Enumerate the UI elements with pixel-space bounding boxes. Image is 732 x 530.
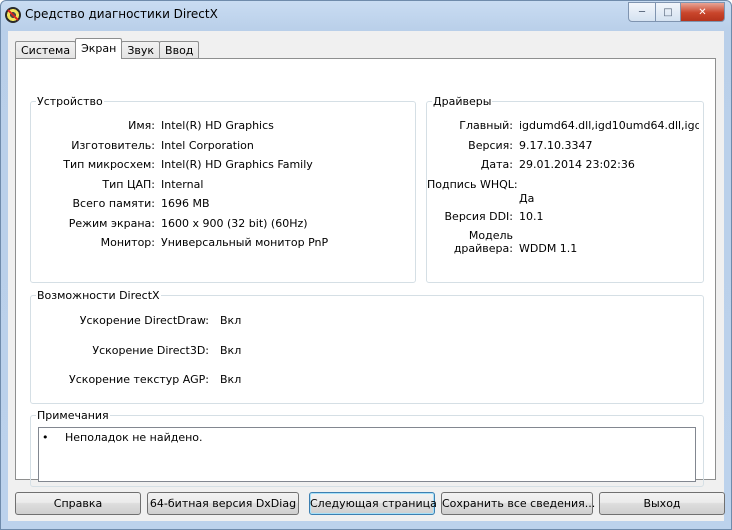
- tab-system[interactable]: Система: [15, 41, 77, 59]
- device-value: 1696 MB: [161, 197, 210, 210]
- maximize-button[interactable]: □: [656, 2, 681, 22]
- device-label: Тип ЦАП:: [102, 178, 155, 191]
- direct3d-accel-label: Ускорение Direct3D:: [92, 344, 209, 357]
- agp-texture-accel-label: Ускорение текстур AGP:: [69, 373, 209, 386]
- tab-strip: Система Экран Звук Ввод: [15, 38, 200, 59]
- device-row-chip-type: Тип микросхем: Intel(R) HD Graphics Fami…: [31, 158, 415, 172]
- bullet-icon: •: [42, 431, 49, 444]
- directx-app-icon: [5, 7, 21, 23]
- directx-features-group: Возможности DirectX Ускорение DirectDraw…: [30, 289, 704, 404]
- driver-model-label-line2: драйвера:: [453, 242, 513, 255]
- note-text: Неполадок не найдено.: [65, 431, 203, 444]
- device-value: Internal: [161, 178, 204, 191]
- directdraw-accel-label: Ускорение DirectDraw:: [79, 314, 209, 327]
- notes-group-title: Примечания: [36, 409, 110, 422]
- window-controls: ─ □ ✕: [628, 2, 725, 22]
- device-label: Всего памяти:: [72, 197, 155, 210]
- tab-sound[interactable]: Звук: [121, 41, 161, 59]
- device-row-display-mode: Режим экрана: 1600 x 900 (32 bit) (60Hz): [31, 217, 415, 231]
- device-value: Intel Corporation: [161, 139, 254, 152]
- directdraw-accel-value: Вкл: [220, 314, 242, 327]
- dxdiag-64bit-button[interactable]: 64-битная версия DxDiag: [147, 492, 299, 515]
- help-button[interactable]: Справка: [15, 492, 141, 515]
- dxdiag-window: Средство диагностики DirectX ─ □ ✕ Систе…: [0, 0, 732, 530]
- driver-version-value: 9.17.10.3347: [519, 139, 593, 152]
- drivers-group: Драйверы Главный: igdumd64.dll,igd10umd6…: [426, 95, 704, 283]
- direct3d-accel-value: Вкл: [220, 344, 242, 357]
- directx-features-title: Возможности DirectX: [36, 289, 161, 302]
- device-row-dac-type: Тип ЦАП: Internal: [31, 178, 415, 192]
- device-value: Intel(R) HD Graphics: [161, 119, 274, 132]
- device-group-title: Устройство: [36, 95, 104, 108]
- driver-main-value: igdumd64.dll,igd10umd64.dll,igd10um: [519, 119, 699, 132]
- window-title: Средство диагностики DirectX: [25, 7, 218, 21]
- notes-group: Примечания • Неполадок не найдено.: [30, 409, 704, 487]
- driver-main-label: Главный:: [459, 119, 513, 132]
- device-label: Режим экрана:: [68, 217, 155, 230]
- driver-model-label-line1: Модель: [468, 229, 513, 242]
- device-label: Изготовитель:: [71, 139, 155, 152]
- client-area: Система Экран Звук Ввод Устройство Имя: …: [8, 31, 725, 521]
- driver-version-label: Версия:: [468, 139, 513, 152]
- device-label: Тип микросхем:: [63, 158, 155, 171]
- agp-texture-accel-value: Вкл: [220, 373, 242, 386]
- driver-ddi-value: 10.1: [519, 210, 544, 223]
- save-all-info-button[interactable]: Сохранить все сведения...: [441, 492, 595, 515]
- exit-button[interactable]: Выход: [599, 492, 725, 515]
- title-bar[interactable]: Средство диагностики DirectX ─ □ ✕: [1, 1, 731, 31]
- device-row-monitor: Монитор: Универсальный монитор PnP: [31, 236, 415, 250]
- tab-input[interactable]: Ввод: [159, 41, 200, 59]
- next-page-button[interactable]: Следующая страница: [309, 492, 437, 515]
- driver-date-value: 29.01.2014 23:02:36: [519, 158, 635, 171]
- driver-ddi-label: Версия DDI:: [444, 210, 514, 223]
- device-label: Имя:: [128, 119, 155, 132]
- driver-date-label: Дата:: [480, 158, 513, 171]
- device-value: Intel(R) HD Graphics Family: [161, 158, 313, 171]
- device-group: Устройство Имя: Intel(R) HD Graphics Изг…: [30, 95, 416, 283]
- tab-display[interactable]: Экран: [75, 38, 123, 59]
- device-row-manufacturer: Изготовитель: Intel Corporation: [31, 139, 415, 153]
- minimize-button[interactable]: ─: [628, 2, 656, 22]
- driver-model-value: WDDM 1.1: [519, 242, 578, 255]
- device-row-name: Имя: Intel(R) HD Graphics: [31, 119, 415, 133]
- close-button[interactable]: ✕: [681, 2, 725, 22]
- display-tab-panel: Устройство Имя: Intel(R) HD Graphics Изг…: [15, 58, 716, 487]
- device-label: Монитор:: [100, 236, 155, 249]
- device-value: 1600 x 900 (32 bit) (60Hz): [161, 217, 308, 230]
- drivers-group-title: Драйверы: [432, 95, 493, 108]
- device-value: Универсальный монитор PnP: [161, 236, 329, 249]
- driver-whql-value: Да: [519, 192, 535, 205]
- device-row-total-memory: Всего памяти: 1696 MB: [31, 197, 415, 211]
- minimize-icon: ─: [638, 6, 646, 18]
- driver-whql-label: Подпись WHQL:: [427, 178, 518, 191]
- notes-textbox[interactable]: • Неполадок не найдено.: [38, 427, 696, 482]
- maximize-icon: □: [663, 6, 673, 18]
- close-icon: ✕: [698, 6, 707, 18]
